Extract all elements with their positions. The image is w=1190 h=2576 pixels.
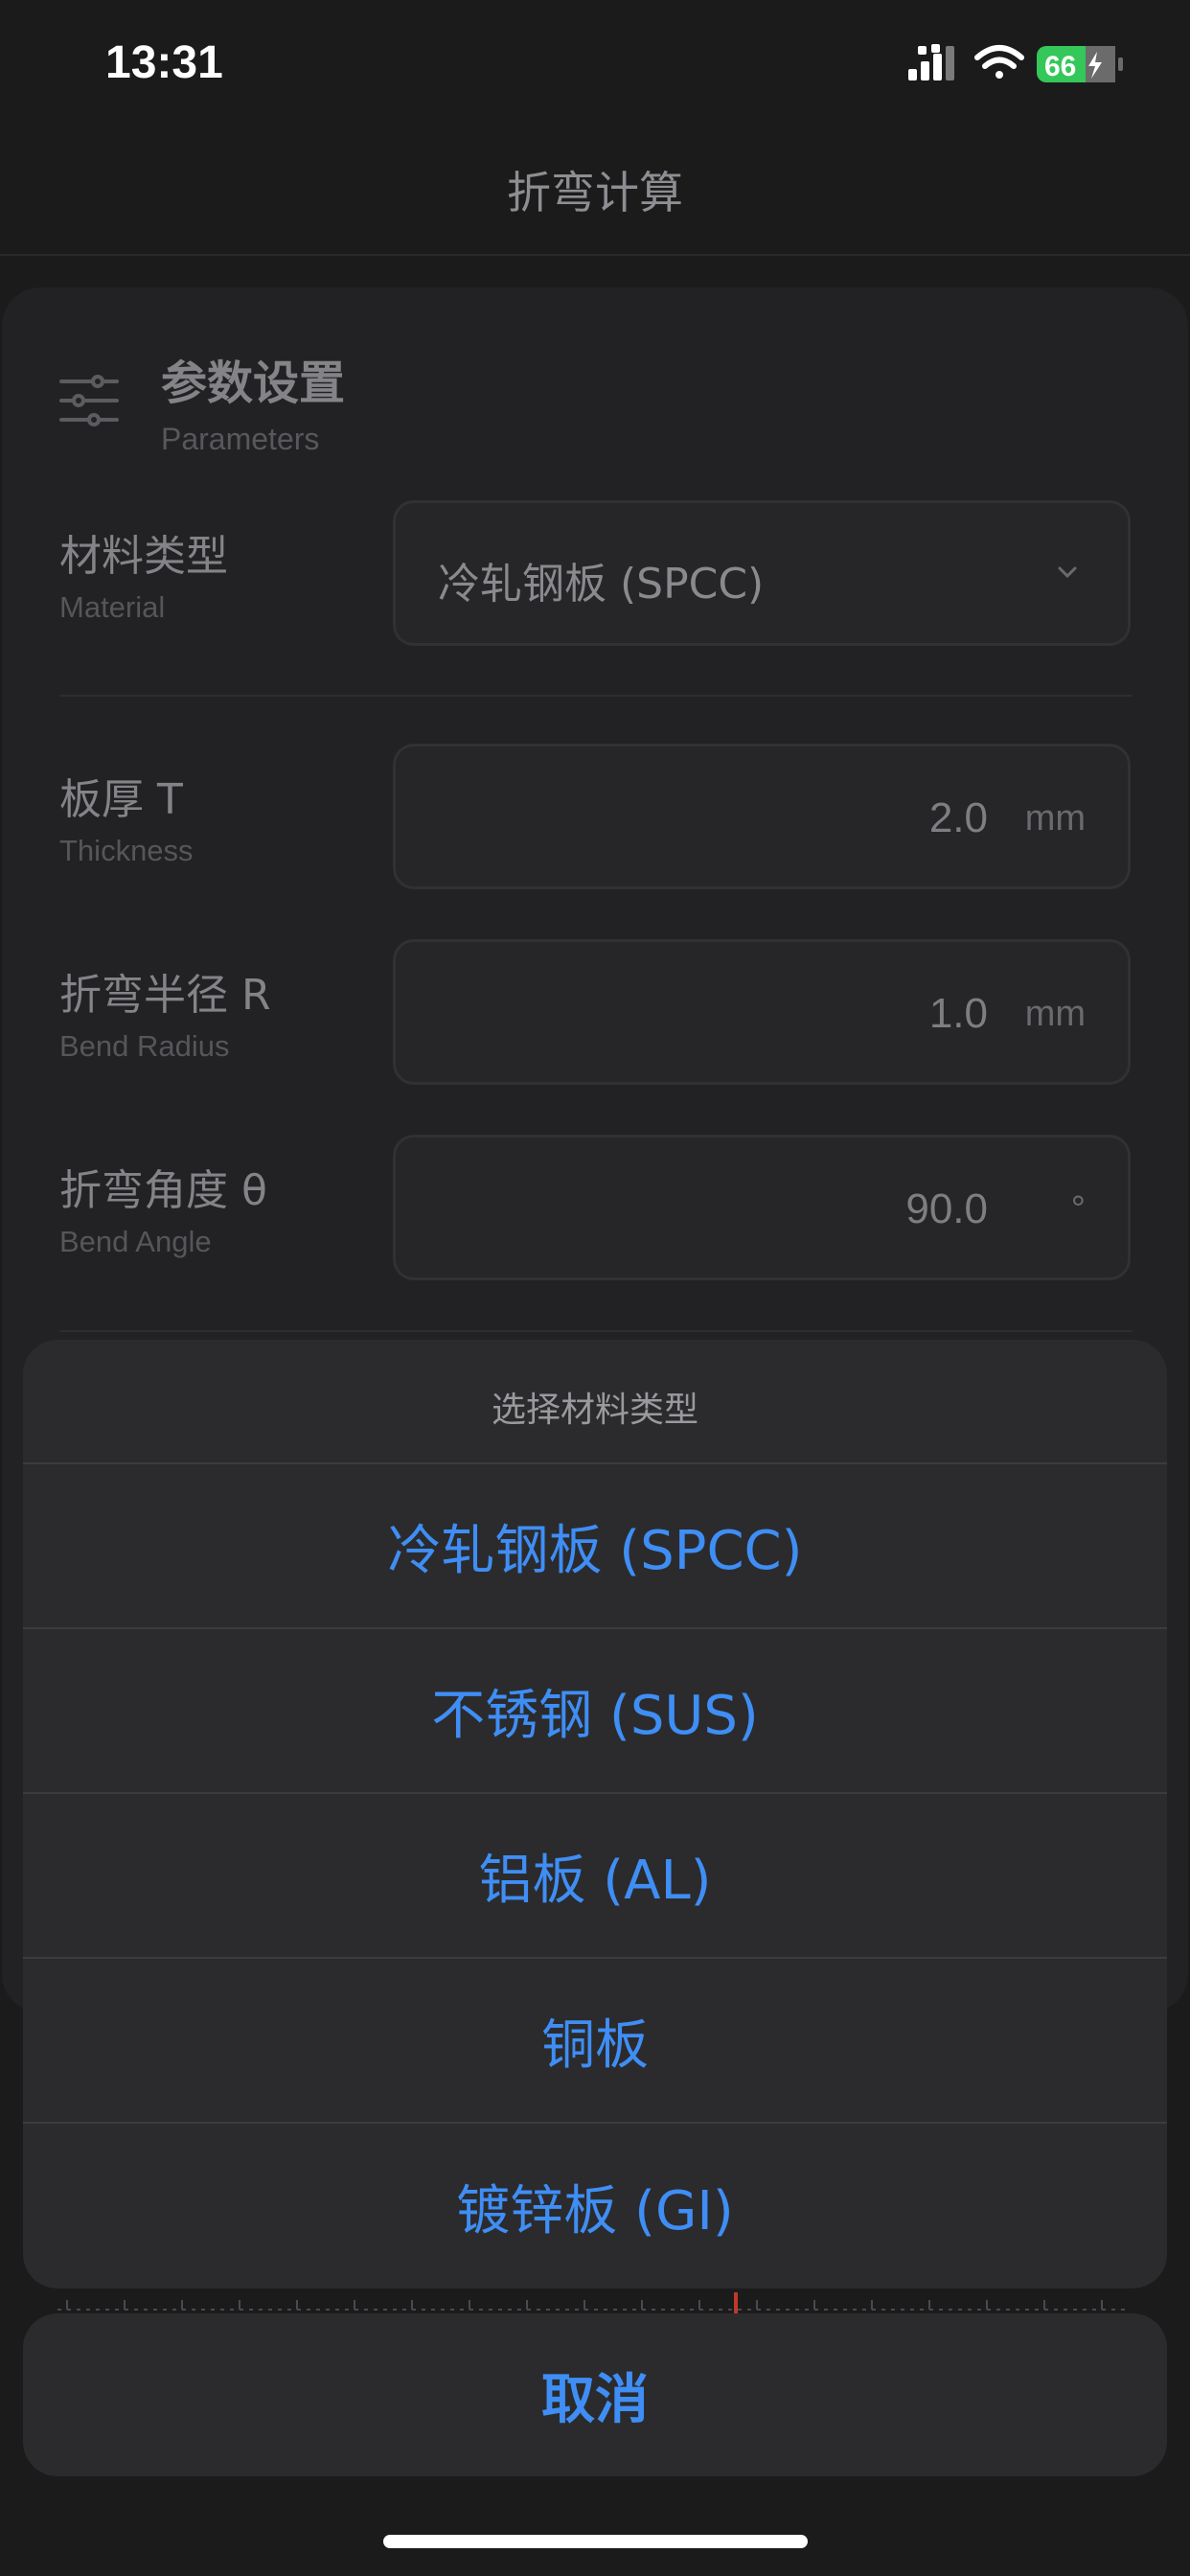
radius-label: 折弯半径 R [59, 971, 271, 1020]
radius-sub-label: Bend Radius [59, 1029, 230, 1063]
radius-input[interactable]: 1.0 mm [393, 939, 1131, 1085]
chevron-down-icon [1058, 566, 1077, 579]
card-subtitle: Parameters [161, 422, 320, 456]
angle-label: 折弯角度 θ [59, 1166, 267, 1215]
divider [59, 1330, 1133, 1332]
radius-unit: mm [1024, 994, 1086, 1034]
material-select[interactable]: 冷轧钢板 (SPCC) [393, 500, 1131, 646]
material-select-value: 冷轧钢板 (SPCC) [438, 560, 765, 609]
thickness-unit: mm [1024, 798, 1086, 839]
home-indicator[interactable] [383, 2535, 808, 2548]
thickness-input[interactable]: 2.0 mm [393, 744, 1131, 889]
radius-row: 折弯半径 R Bend Radius 1.0 mm [57, 939, 1133, 1089]
action-sheet-title: 选择材料类型 [23, 1340, 1167, 1464]
page-title: 折弯计算 [507, 167, 683, 218]
ruler-strip [57, 2292, 1131, 2313]
card-header: 参数设置 Parameters [59, 345, 1113, 460]
material-label: 材料类型 [59, 532, 228, 581]
wifi-icon [974, 45, 1024, 79]
angle-unit: ° [1070, 1189, 1086, 1230]
cancel-button[interactable]: 取消 [23, 2313, 1167, 2476]
option-gi[interactable]: 镀锌板 (GI) [23, 2124, 1167, 2288]
angle-sub-label: Bend Angle [59, 1225, 212, 1258]
material-sub-label: Material [59, 590, 166, 624]
thickness-sub-label: Thickness [59, 834, 194, 867]
option-sus[interactable]: 不锈钢 (SUS) [23, 1629, 1167, 1794]
status-bar: 13:31 66 [0, 0, 1190, 129]
signal-icon [908, 44, 954, 80]
option-spcc[interactable]: 冷轧钢板 (SPCC) [23, 1464, 1167, 1629]
option-al[interactable]: 铝板 (AL) [23, 1794, 1167, 1959]
angle-value: 90.0 [905, 1185, 988, 1232]
option-copper[interactable]: 铜板 [23, 1959, 1167, 2124]
material-row: 材料类型 Material 冷轧钢板 (SPCC) [57, 500, 1133, 650]
card-title: 参数设置 [161, 356, 346, 410]
status-time: 13:31 [105, 37, 223, 88]
status-icons: 66 [908, 40, 1129, 88]
angle-input[interactable]: 90.0 ° [393, 1135, 1131, 1280]
thickness-value: 2.0 [928, 794, 988, 841]
thickness-row: 板厚 T Thickness 2.0 mm [57, 744, 1133, 893]
screen: 13:31 66 折弯计算 参数设置 Parameters 材料类型 Mater… [0, 0, 1190, 2576]
battery-icon: 66 [1037, 46, 1123, 82]
battery-level: 66 [1044, 51, 1076, 82]
thickness-label: 板厚 T [59, 775, 183, 824]
angle-row: 折弯角度 θ Bend Angle 90.0 ° [57, 1135, 1133, 1284]
radius-value: 1.0 [928, 990, 988, 1037]
divider [59, 695, 1133, 697]
sliders-icon [59, 375, 119, 426]
nav-bar: 折弯计算 [0, 129, 1190, 256]
material-action-sheet: 选择材料类型 冷轧钢板 (SPCC) 不锈钢 (SUS) 铝板 (AL) 铜板 … [23, 1340, 1167, 2288]
